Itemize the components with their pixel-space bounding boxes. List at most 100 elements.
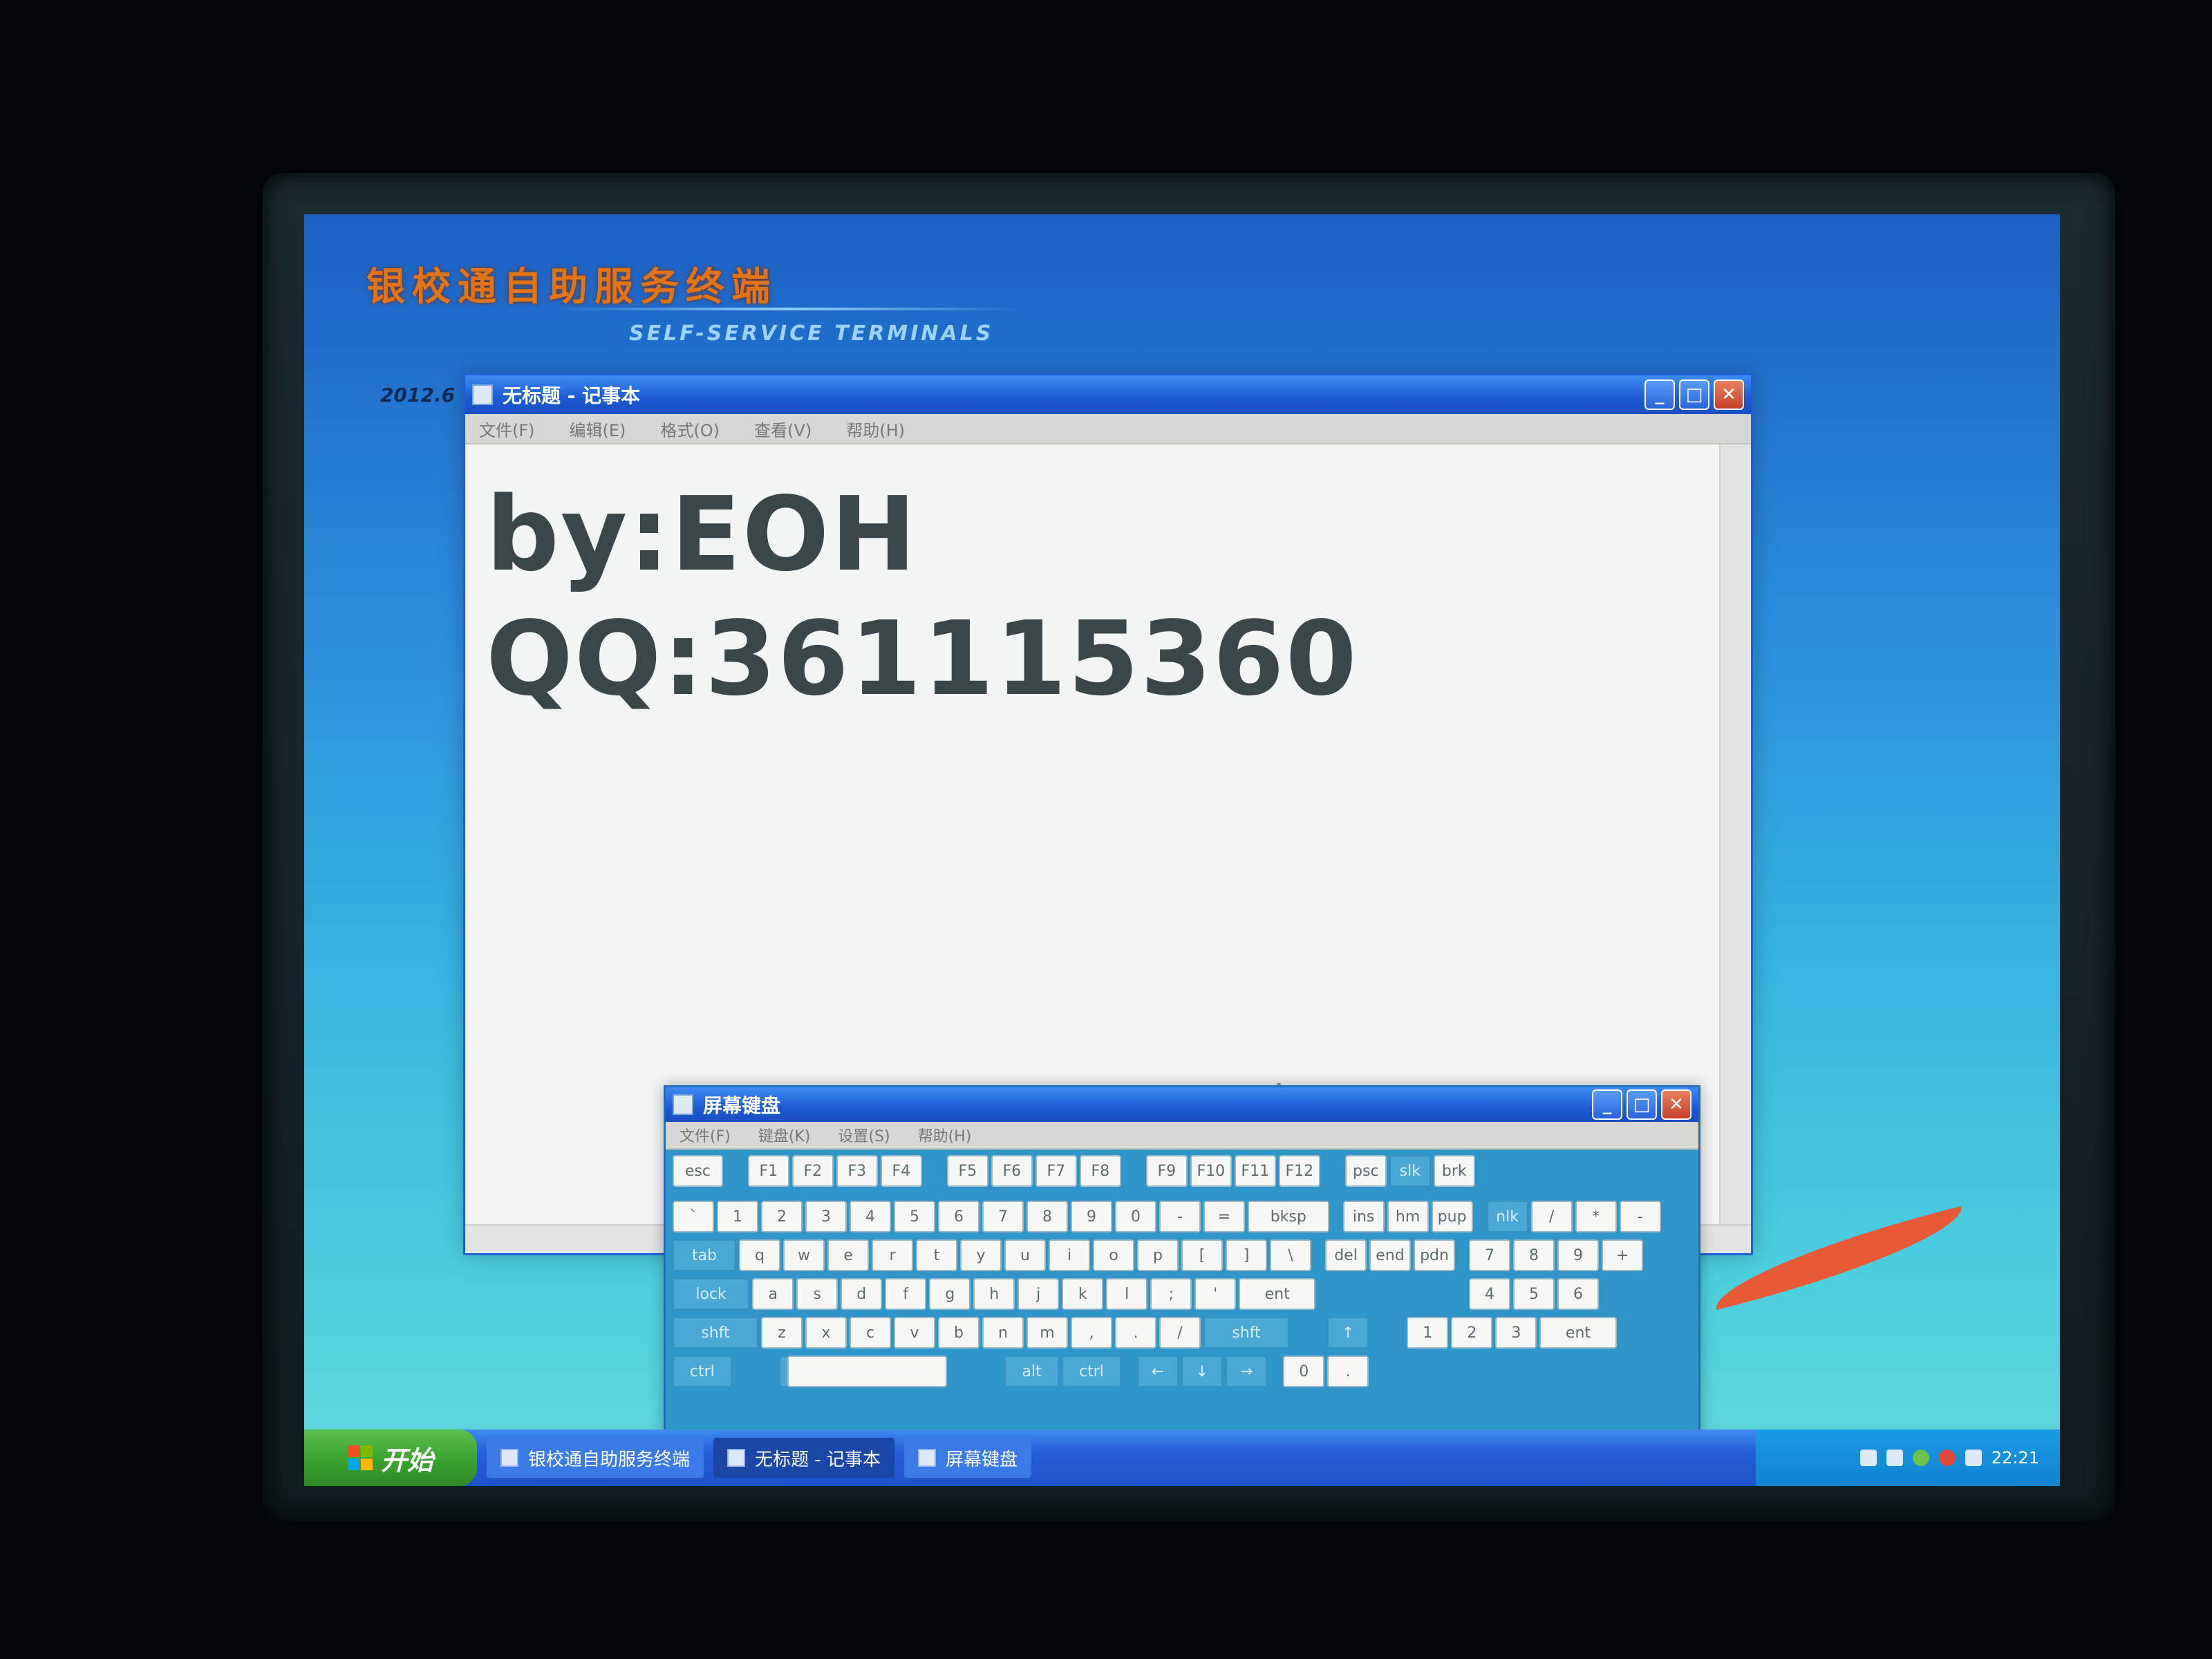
menu-view[interactable]: 查看(V) bbox=[754, 417, 812, 441]
close-button[interactable]: ✕ bbox=[1714, 379, 1744, 410]
osk-key[interactable]: w bbox=[783, 1239, 825, 1271]
osk-key[interactable]: ctrl bbox=[1062, 1356, 1121, 1387]
osk-minimize-button[interactable]: _ bbox=[1592, 1089, 1622, 1120]
osk-key[interactable]: ' bbox=[1194, 1278, 1237, 1310]
menu-help[interactable]: 帮助(H) bbox=[846, 417, 905, 441]
osk-key[interactable]: + bbox=[1602, 1239, 1643, 1271]
taskbar-item[interactable]: 无标题 - 记事本 bbox=[713, 1438, 894, 1478]
osk-key[interactable]: ] bbox=[1226, 1239, 1267, 1271]
osk-key[interactable]: 2 bbox=[1451, 1317, 1493, 1349]
osk-key[interactable]: 3 bbox=[805, 1201, 847, 1232]
osk-key[interactable]: - bbox=[1159, 1201, 1201, 1232]
osk-key[interactable]: / bbox=[1159, 1317, 1201, 1349]
osk-key[interactable]: z bbox=[761, 1317, 803, 1349]
osk-key[interactable]: pup bbox=[1431, 1201, 1473, 1232]
osk-key[interactable]: nlk bbox=[1486, 1201, 1528, 1232]
osk-key[interactable]: l bbox=[1106, 1278, 1148, 1310]
osk-key[interactable]: hm bbox=[1387, 1201, 1429, 1232]
osk-key[interactable]: F1 bbox=[747, 1155, 789, 1187]
osk-key[interactable]: tab bbox=[673, 1239, 736, 1271]
osk-key[interactable]: r bbox=[872, 1239, 913, 1271]
osk-titlebar[interactable]: 屏幕键盘 _ □ ✕ bbox=[666, 1087, 1698, 1122]
osk-key[interactable]: F6 bbox=[991, 1155, 1033, 1187]
osk-key[interactable]: alt bbox=[1004, 1356, 1060, 1387]
osk-key[interactable]: ent bbox=[1239, 1278, 1316, 1310]
osk-key[interactable]: d bbox=[841, 1278, 883, 1310]
osk-menu-help[interactable]: 帮助(H) bbox=[918, 1124, 972, 1146]
osk-key[interactable]: → bbox=[1226, 1356, 1267, 1387]
osk-key[interactable]: e bbox=[827, 1239, 869, 1271]
osk-menu-keyboard[interactable]: 键盘(K) bbox=[758, 1124, 811, 1146]
osk-key[interactable]: . bbox=[1327, 1356, 1369, 1387]
osk-key[interactable]: m bbox=[1027, 1317, 1068, 1349]
osk-key[interactable]: u bbox=[1004, 1239, 1046, 1271]
osk-key[interactable]: j bbox=[1018, 1278, 1060, 1310]
osk-key[interactable]: h bbox=[973, 1278, 1015, 1310]
osk-key[interactable]: ↓ bbox=[1181, 1356, 1223, 1387]
volume-tray-icon[interactable] bbox=[1965, 1450, 1982, 1466]
osk-key[interactable]: g bbox=[929, 1278, 971, 1310]
osk-key[interactable]: 0 bbox=[1115, 1201, 1156, 1232]
osk-key[interactable]: F11 bbox=[1234, 1155, 1276, 1187]
osk-key[interactable]: ctrl bbox=[673, 1356, 732, 1387]
osk-key[interactable]: 3 bbox=[1495, 1317, 1537, 1349]
osk-key[interactable]: t bbox=[916, 1239, 957, 1271]
on-screen-keyboard-window[interactable]: 屏幕键盘 _ □ ✕ 文件(F) 键盘(K) 设置(S) 帮助(H) esc F1… bbox=[664, 1085, 1700, 1438]
osk-key[interactable]: y bbox=[960, 1239, 1002, 1271]
osk-close-button[interactable]: ✕ bbox=[1661, 1089, 1691, 1120]
osk-key[interactable]: esc bbox=[673, 1155, 723, 1187]
start-button[interactable]: 开始 bbox=[304, 1430, 477, 1486]
osk-key[interactable]: 8 bbox=[1513, 1239, 1555, 1271]
osk-key[interactable]: ` bbox=[673, 1201, 714, 1232]
osk-key[interactable]: F9 bbox=[1145, 1155, 1188, 1187]
osk-key[interactable]: lock bbox=[673, 1278, 750, 1310]
osk-key[interactable]: 5 bbox=[1513, 1278, 1555, 1310]
notepad-titlebar[interactable]: 无标题 - 记事本 _ □ ✕ bbox=[465, 375, 1751, 414]
osk-key[interactable]: pdn bbox=[1414, 1239, 1455, 1271]
security-tray-icon[interactable] bbox=[1938, 1450, 1956, 1466]
osk-key[interactable]: [ bbox=[1181, 1239, 1223, 1271]
osk-key[interactable]: x bbox=[805, 1317, 847, 1349]
taskbar-item[interactable]: 银校通自助服务终端 bbox=[487, 1438, 704, 1478]
osk-key[interactable]: n bbox=[982, 1317, 1024, 1349]
osk-key[interactable]: 2 bbox=[761, 1201, 803, 1232]
menu-format[interactable]: 格式(O) bbox=[660, 417, 720, 441]
osk-key[interactable]: i bbox=[1049, 1239, 1090, 1271]
osk-key[interactable]: slk bbox=[1389, 1155, 1431, 1187]
osk-key[interactable]: ; bbox=[1150, 1278, 1192, 1310]
osk-menu-file[interactable]: 文件(F) bbox=[679, 1124, 731, 1146]
osk-key[interactable]: \ bbox=[1270, 1239, 1311, 1271]
osk-key[interactable]: ← bbox=[1137, 1356, 1179, 1387]
osk-key[interactable]: F7 bbox=[1035, 1155, 1077, 1187]
osk-key[interactable]: F10 bbox=[1190, 1155, 1232, 1187]
osk-key[interactable]: 9 bbox=[1071, 1201, 1112, 1232]
osk-key[interactable]: brk bbox=[1433, 1155, 1475, 1187]
osk-key[interactable]: bksp bbox=[1248, 1201, 1329, 1232]
osk-key[interactable]: F8 bbox=[1079, 1155, 1121, 1187]
menu-file[interactable]: 文件(F) bbox=[479, 417, 535, 441]
osk-menu-settings[interactable]: 设置(S) bbox=[838, 1124, 890, 1146]
osk-key[interactable]: F12 bbox=[1278, 1155, 1320, 1187]
osk-key[interactable]: ent bbox=[1539, 1317, 1617, 1349]
help-tray-icon[interactable] bbox=[1886, 1450, 1903, 1466]
maximize-button[interactable]: □ bbox=[1679, 379, 1709, 410]
osk-key[interactable]: 9 bbox=[1557, 1239, 1599, 1271]
osk-key[interactable]: 6 bbox=[938, 1201, 980, 1232]
osk-key[interactable]: o bbox=[1093, 1239, 1134, 1271]
osk-key[interactable]: c bbox=[850, 1317, 891, 1349]
osk-key[interactable]: F3 bbox=[836, 1155, 878, 1187]
keyboard-tray-icon[interactable] bbox=[1859, 1450, 1877, 1466]
vertical-scrollbar[interactable] bbox=[1719, 444, 1751, 1226]
osk-key[interactable]: . bbox=[1115, 1317, 1156, 1349]
osk-key[interactable]: F5 bbox=[946, 1155, 988, 1187]
clock[interactable]: 22:21 bbox=[1991, 1448, 2039, 1468]
osk-key[interactable]: 6 bbox=[1557, 1278, 1599, 1310]
osk-key[interactable]: , bbox=[1071, 1317, 1112, 1349]
osk-key[interactable]: * bbox=[1575, 1201, 1617, 1232]
osk-key[interactable]: 4 bbox=[1469, 1278, 1510, 1310]
osk-key[interactable]: ↑ bbox=[1327, 1317, 1369, 1349]
osk-key[interactable]: shft bbox=[1203, 1317, 1289, 1349]
osk-key[interactable]: f bbox=[885, 1278, 927, 1310]
osk-key[interactable]: 5 bbox=[894, 1201, 935, 1232]
osk-key[interactable]: = bbox=[1203, 1201, 1245, 1232]
